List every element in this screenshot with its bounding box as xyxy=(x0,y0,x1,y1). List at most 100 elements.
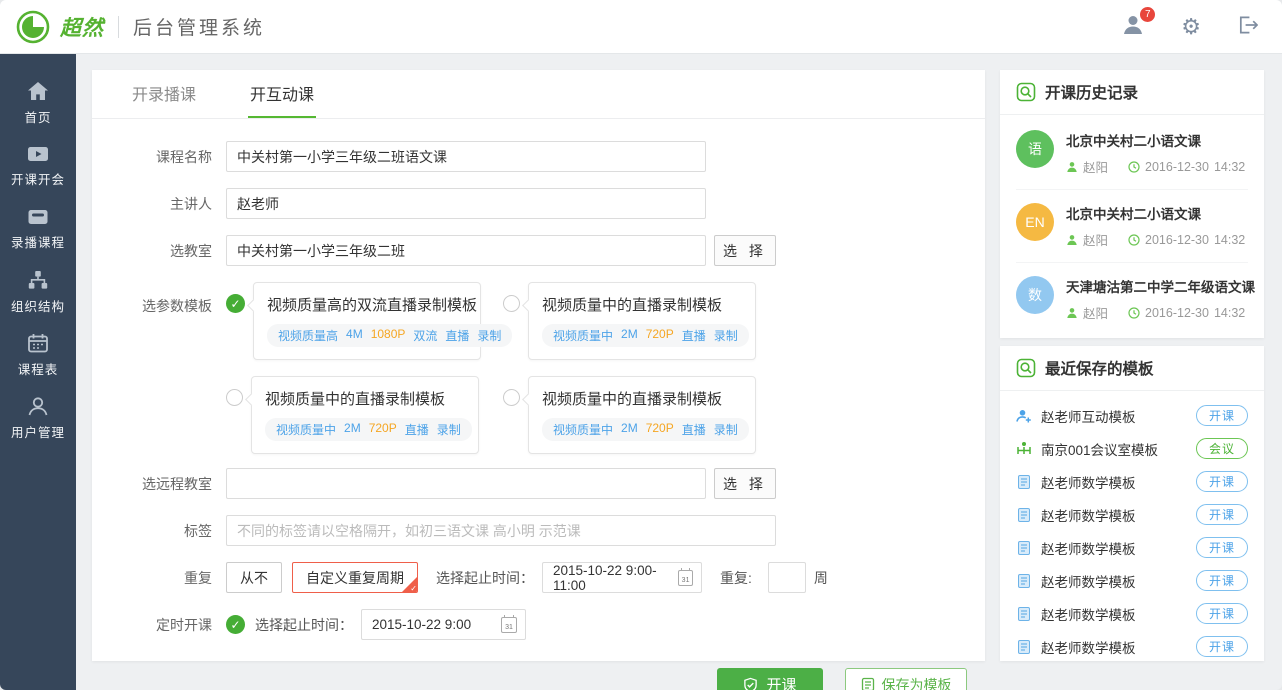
repeat-custom-button[interactable]: 自定义重复周期 ✓ xyxy=(292,562,418,593)
sidebar-item-recorded-courses[interactable]: 录播课程 xyxy=(0,198,76,261)
scheduled-time-picker[interactable]: 2015-10-22 9:00 xyxy=(361,609,526,640)
tags-input[interactable] xyxy=(226,515,776,546)
repeat-time-picker[interactable]: 2015-10-22 9:00-11:00 xyxy=(542,562,702,593)
calendar-icon xyxy=(678,570,693,586)
classroom-select-button[interactable]: 选 择 xyxy=(714,235,776,266)
template-card-4[interactable]: 视频质量中的直播录制模板 视频质量中 2M 720P 直播 录制 xyxy=(528,376,756,454)
templates-panel-title: 最近保存的模板 xyxy=(1045,357,1154,379)
param-template-row: 选参数模板 视频质量高的双流直播录制模板 视频质量高 4M 1080P 双流 直… xyxy=(128,282,985,454)
remote-classroom-select-button[interactable]: 选 择 xyxy=(714,468,776,499)
template-card-3[interactable]: 视频质量中的直播录制模板 视频质量中 2M 720P 直播 录制 xyxy=(251,376,479,454)
repeat-row: 重复 从不 自定义重复周期 ✓ 选择起止时间： 2015-10-22 9:00-… xyxy=(128,562,985,593)
clock-icon xyxy=(1128,307,1140,319)
meeting-pill-button[interactable]: 会议 xyxy=(1196,438,1248,459)
history-search-icon xyxy=(1016,82,1036,102)
tags-row: 标签 xyxy=(128,515,985,546)
param-template-label: 选参数模板 xyxy=(128,296,212,316)
saved-templates-panel: 最近保存的模板 赵老师互动模板 开课 南京001会议室模板 会议 赵老师数学模板… xyxy=(1000,346,1264,661)
history-list: 语 北京中关村二小语文课 赵阳 2016-12-30 14:32 EN xyxy=(1000,115,1264,335)
header-divider xyxy=(118,16,119,38)
remote-classroom-label: 选远程教室 xyxy=(128,474,212,494)
repeat-count-label: 重复: xyxy=(720,568,752,588)
document-icon xyxy=(1016,474,1032,490)
course-name-row: 课程名称 xyxy=(128,141,985,172)
app-title: 后台管理系统 xyxy=(133,13,265,40)
sidebar-item-start-class[interactable]: 开课开会 xyxy=(0,135,76,198)
document-icon xyxy=(1016,540,1032,556)
document-icon xyxy=(1016,507,1032,523)
repeat-count-input[interactable] xyxy=(768,562,806,593)
settings-gear-icon[interactable]: ⚙ xyxy=(1181,16,1201,38)
scheduled-time-label: 选择起止时间： xyxy=(255,615,353,635)
template-radio[interactable] xyxy=(503,295,520,312)
notification-badge: 7 xyxy=(1140,7,1155,22)
video-icon xyxy=(27,145,49,163)
start-class-pill-button[interactable]: 开课 xyxy=(1196,504,1248,525)
sidebar-item-home[interactable]: 首页 xyxy=(0,72,76,135)
template-radio[interactable] xyxy=(503,389,520,406)
brand-logo-icon xyxy=(16,10,50,44)
lecturer-row: 主讲人 xyxy=(128,188,985,219)
templates-search-icon xyxy=(1016,358,1036,378)
course-name-input[interactable] xyxy=(226,141,706,172)
course-name-label: 课程名称 xyxy=(128,147,212,167)
notifications-user-icon[interactable]: 7 xyxy=(1122,14,1145,39)
person-icon xyxy=(1066,234,1078,246)
template-list-item: 赵老师数学模板 开课 xyxy=(1016,498,1248,531)
start-class-pill-button[interactable]: 开课 xyxy=(1196,603,1248,624)
document-icon xyxy=(1016,639,1032,655)
clock-icon xyxy=(1128,234,1140,246)
save-as-template-button[interactable]: 保存为模板 xyxy=(845,668,967,690)
template-list-item: 赵老师互动模板 开课 xyxy=(1016,399,1248,432)
start-class-pill-button[interactable]: 开课 xyxy=(1196,537,1248,558)
history-panel: 开课历史记录 语 北京中关村二小语文课 赵阳 2016-12-30 14:32 xyxy=(1000,70,1264,338)
clock-icon xyxy=(1128,161,1140,173)
template-card-2[interactable]: 视频质量中的直播录制模板 视频质量中 2M 720P 直播 录制 xyxy=(528,282,756,360)
course-tabs: 开录播课 开互动课 xyxy=(92,70,985,119)
template-radio[interactable] xyxy=(226,389,243,406)
history-item[interactable]: 语 北京中关村二小语文课 赵阳 2016-12-30 14:32 xyxy=(1016,117,1248,190)
scheduled-check-icon[interactable] xyxy=(226,615,245,634)
repeat-never-button[interactable]: 从不 xyxy=(226,562,282,593)
shield-check-icon xyxy=(743,677,758,690)
start-class-pill-button[interactable]: 开课 xyxy=(1196,636,1248,657)
calendar-icon xyxy=(501,617,517,633)
corner-check-icon: ✓ xyxy=(410,584,417,593)
sidebar-item-timetable[interactable]: 课程表 xyxy=(0,324,76,387)
template-card-1[interactable]: 视频质量高的双流直播录制模板 视频质量高 4M 1080P 双流 直播 录制 xyxy=(253,282,481,360)
lecturer-label: 主讲人 xyxy=(128,194,212,214)
template-list-item: 赵老师数学模板 开课 xyxy=(1016,531,1248,564)
remote-classroom-input[interactable] xyxy=(226,468,706,499)
classroom-label: 选教室 xyxy=(128,241,212,261)
history-item[interactable]: 数 天津塘沽第二中学二年级语文课 赵阳 2016-12-30 14:32 xyxy=(1016,263,1248,335)
logout-icon[interactable] xyxy=(1237,15,1258,39)
template-selected-check-icon[interactable] xyxy=(226,294,245,313)
start-class-pill-button[interactable]: 开课 xyxy=(1196,405,1248,426)
start-class-pill-button[interactable]: 开课 xyxy=(1196,570,1248,591)
lecturer-input[interactable] xyxy=(226,188,706,219)
calendar-icon xyxy=(27,333,49,353)
scheduled-start-label: 定时开课 xyxy=(128,615,212,635)
tab-recorded-course[interactable]: 开录播课 xyxy=(130,70,198,118)
home-icon xyxy=(27,81,49,101)
template-cell: 视频质量高的双流直播录制模板 视频质量高 4M 1080P 双流 直播 录制 xyxy=(226,282,481,360)
history-meta: 赵阳 2016-12-30 14:32 xyxy=(1066,157,1245,176)
user-icon xyxy=(27,396,49,416)
sidebar-item-org-structure[interactable]: 组织结构 xyxy=(0,261,76,324)
template-list-item: 赵老师数学模板 开课 xyxy=(1016,564,1248,597)
classroom-input[interactable] xyxy=(226,235,706,266)
template-cell: 视频质量中的直播录制模板 视频质量中 2M 720P 直播 录制 xyxy=(503,376,756,454)
history-meta: 赵阳 2016-12-30 14:32 xyxy=(1066,230,1245,249)
subject-badge: EN xyxy=(1016,203,1054,241)
document-icon xyxy=(1016,573,1032,589)
app-header: 超然 后台管理系统 7 ⚙ xyxy=(0,0,1282,54)
course-form: 课程名称 主讲人 选教室 选 择 选参数模板 视频质量高的双流直播录制 xyxy=(92,119,985,690)
document-save-icon xyxy=(861,677,875,690)
start-class-pill-button[interactable]: 开课 xyxy=(1196,471,1248,492)
history-item[interactable]: EN 北京中关村二小语文课 赵阳 2016-12-30 14:32 xyxy=(1016,190,1248,263)
classroom-row: 选教室 选 择 xyxy=(128,235,985,266)
person-icon xyxy=(1066,161,1078,173)
tab-interactive-course[interactable]: 开互动课 xyxy=(248,70,316,118)
sidebar-item-user-management[interactable]: 用户管理 xyxy=(0,387,76,450)
start-class-button[interactable]: 开课 xyxy=(717,668,823,690)
